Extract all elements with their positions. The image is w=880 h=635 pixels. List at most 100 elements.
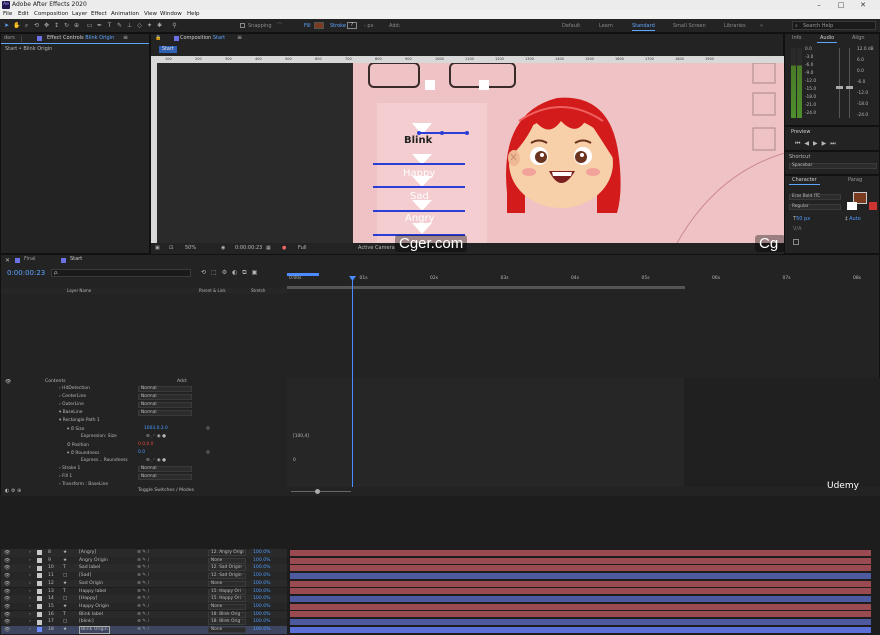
zoom-level[interactable]: 50% (185, 245, 196, 251)
layer-name[interactable]: [Sad] (79, 572, 91, 580)
pickwhip-icon-2[interactable]: ◎ (206, 450, 210, 455)
layer-switches-icon[interactable]: ⊛ ✎ ∕ (137, 557, 149, 565)
layer-track-bar[interactable] (290, 549, 871, 556)
stroke-width-icon[interactable] (793, 239, 799, 245)
add-label[interactable]: Add: (389, 22, 400, 30)
tab-audio[interactable]: Audio (817, 34, 838, 43)
layer-track-bar[interactable] (290, 619, 871, 626)
zoom-slider[interactable] (291, 491, 351, 492)
fill-mode-dropdown[interactable]: Normal (138, 474, 192, 480)
magnification-icon[interactable]: ⊡ (169, 245, 173, 251)
zoom-tool-icon[interactable]: ⌕ (23, 22, 30, 29)
menu-help[interactable]: Help (187, 11, 200, 18)
layer-row[interactable]: 👁 › 18 ★ Blink Origin ⊛ ✎ ∕ None 100.0% (1, 626, 287, 634)
expand-arrow-icon[interactable]: › (29, 611, 31, 619)
layer-name[interactable]: [blink] (79, 618, 94, 626)
menu-edit[interactable]: Edit (18, 11, 29, 18)
layer-track-bar[interactable] (290, 626, 871, 633)
layer-row[interactable]: 👁 › 15 ★ Happy Origin ⊛ ✎ ∕ None 100.0% (1, 602, 287, 611)
stretch-value[interactable]: 100.0% (253, 588, 271, 596)
active-camera-dropdown[interactable]: Active Camera (358, 245, 395, 251)
label-color-swatch[interactable] (37, 550, 42, 556)
expand-arrow-icon[interactable]: › (29, 549, 31, 557)
timeline-search-input[interactable]: ρ. (51, 269, 191, 277)
layer-track-bar[interactable] (290, 588, 871, 595)
text-stroke-swatch[interactable] (847, 202, 857, 210)
expand-arrow-icon[interactable]: › (29, 580, 31, 588)
shortcut-dropdown[interactable]: Spacebar (789, 163, 877, 169)
parent-dropdown[interactable]: 15. Happy Ori (208, 596, 246, 603)
layer-row[interactable]: 👁 › 17 □ [blink] ⊛ ✎ ∕ 18. Blink Orig 100.0% (1, 618, 287, 626)
snapping-checkbox[interactable] (240, 23, 245, 28)
leading-value[interactable]: Auto (849, 216, 861, 222)
layer-switches-icon[interactable]: ⊛ ✎ ∕ (137, 588, 149, 596)
layer-name[interactable]: Happy Origin (79, 603, 109, 611)
anchor-tool-icon[interactable]: ⊕ (73, 22, 80, 29)
eraser-tool-icon[interactable]: ◇ (136, 22, 143, 29)
layer-switches-icon[interactable]: ⊛ ✎ ∕ (137, 626, 149, 634)
tab-final[interactable]: Final (21, 255, 39, 264)
label-color-swatch[interactable] (37, 627, 42, 633)
blend-mode-dropdown[interactable]: Normal (138, 386, 192, 392)
layer-switches-icon[interactable]: ⊛ ✎ ∕ (137, 564, 149, 572)
shape-group[interactable]: › HitDetection (59, 386, 90, 391)
rotate-tool-icon[interactable]: ↻ (63, 22, 70, 29)
expr-round-controls-icon[interactable]: ⊜ ⋰ ◉ ● (146, 458, 166, 463)
timeline-switch-icons[interactable]: ⟲⬚⚙◐⧉▣ (201, 269, 262, 277)
timeline-timecode[interactable]: 0:00:00:23 (7, 269, 45, 277)
roto-tool-icon[interactable]: ✦ (146, 22, 153, 29)
expr-controls-icon[interactable]: ⊜ ⋰ ◉ ● (146, 434, 166, 439)
toggle-switches-modes[interactable]: Toggle Switches / Modes (138, 488, 194, 493)
layer-track-bar[interactable] (290, 603, 871, 610)
tab-align[interactable]: Align (849, 34, 868, 43)
selection-tool-icon[interactable]: ➤ (3, 22, 10, 29)
layer-name[interactable]: Happy label (79, 588, 106, 596)
resolution-dropdown[interactable]: Full (298, 245, 307, 251)
menu-window[interactable]: Window (160, 11, 182, 18)
font-style-dropdown[interactable]: Regular (789, 204, 841, 210)
always-preview-icon[interactable]: ▣ (155, 245, 160, 251)
tab-character[interactable]: Character (789, 176, 820, 185)
footer-icons[interactable]: ◐ ⚙ ⊕ (5, 488, 21, 494)
lock-icon[interactable]: 🔒 (155, 36, 161, 41)
workspace-overflow-icon[interactable]: » (760, 22, 763, 30)
timeline-close-icon[interactable]: ✕ (5, 257, 10, 264)
expand-arrow-icon[interactable]: › (29, 618, 31, 626)
menu-file[interactable]: File (3, 11, 12, 18)
label-color-swatch[interactable] (37, 596, 42, 602)
contents-add-button[interactable]: Add: (177, 379, 187, 384)
parent-dropdown[interactable]: 12. Sad Origin (208, 565, 246, 572)
volume-slider-left[interactable] (836, 86, 843, 89)
layer-track-bar[interactable] (290, 596, 871, 602)
visibility-eye-icon[interactable]: 👁 (4, 627, 10, 635)
stretch-value[interactable]: 100.0% (253, 557, 271, 565)
layer-name[interactable]: [Angry] (79, 549, 96, 557)
camera-icon[interactable]: ▦ (266, 245, 271, 251)
layer-name[interactable]: Blink label (79, 611, 103, 619)
layer-row[interactable]: 👁 › 16 T Blink label ⊛ ✎ ∕ 18. Blink Orig 100.0… (1, 610, 287, 619)
composition-viewer[interactable]: Blink Happy Sad Angry (157, 63, 785, 243)
comp-subtab-start[interactable]: Start (159, 46, 177, 53)
stretch-value[interactable]: 100.0% (253, 595, 271, 603)
layer-name[interactable]: Angry Origin (79, 557, 108, 565)
parent-dropdown[interactable]: 12. Sad Origin (208, 573, 246, 580)
orbit-tool-icon[interactable]: ⟲ (33, 22, 40, 29)
layer-name[interactable]: Sad Origin (79, 580, 103, 588)
close-icon[interactable]: ✕ (852, 0, 874, 10)
size-value[interactable]: 1003.0,3.0 (144, 426, 168, 431)
fill-label[interactable]: Fill (304, 22, 311, 30)
expand-arrow-icon[interactable]: › (29, 564, 31, 572)
roundness-value[interactable]: 0.0 (138, 450, 145, 455)
no-stroke-swatch[interactable] (869, 202, 877, 210)
search-help-box[interactable]: ⌕ Search Help (792, 21, 876, 30)
layer-row[interactable]: 👁 › 8 ★ [Angry] ⊛ ✎ ∕ 12. Angry Origi 100.0% (1, 549, 287, 557)
layer-switches-icon[interactable]: ⊛ ✎ ∕ (137, 595, 149, 603)
tab-composition[interactable]: Composition Start (177, 34, 228, 43)
label-color-swatch[interactable] (37, 619, 42, 625)
work-area-bar[interactable] (287, 286, 685, 289)
expand-arrow-icon[interactable]: › (29, 557, 31, 565)
magnet-icon[interactable]: ⌒ (277, 22, 282, 30)
layer-switches-icon[interactable]: ⊛ ✎ ∕ (137, 618, 149, 626)
stroke-px[interactable]: - px (364, 22, 374, 30)
hand-tool-icon[interactable]: ✋ (13, 22, 20, 29)
